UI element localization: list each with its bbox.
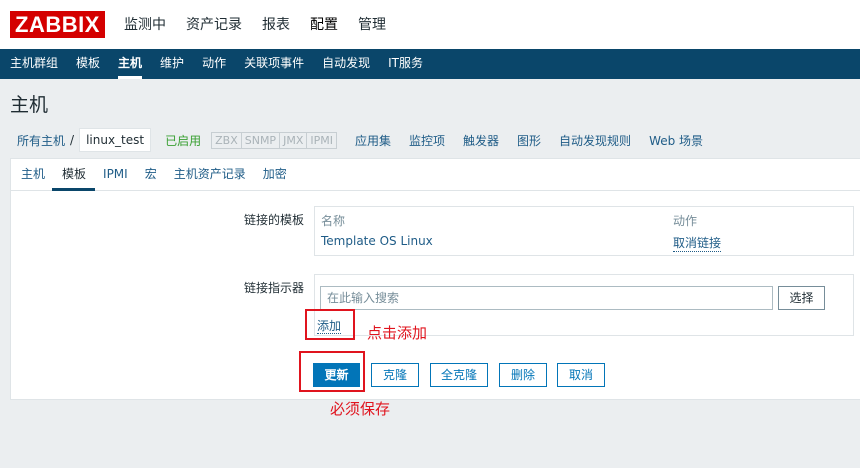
host-link-items[interactable]: 监控项	[409, 132, 445, 149]
sub-menu-hosts[interactable]: 主机	[118, 49, 143, 79]
column-header-name: 名称	[321, 214, 346, 228]
add-template-link[interactable]: 添加	[317, 319, 342, 334]
top-header: ZABBIX 监测中 资产记录 报表 配置 管理	[0, 0, 860, 50]
tab-macros[interactable]: 宏	[145, 159, 157, 191]
tab-inventory[interactable]: 主机资产记录	[174, 159, 246, 191]
link-indicator-label: 链接指示器	[243, 281, 304, 295]
breadcrumb-all-hosts[interactable]: 所有主机	[17, 132, 65, 149]
main-menu-reports[interactable]: 报表	[262, 0, 290, 50]
sub-menu-discovery[interactable]: 自动发现	[322, 49, 370, 79]
delete-button[interactable]: 删除	[499, 363, 547, 387]
host-form-tabs: 主机 模板 IPMI 宏 主机资产记录 加密	[11, 159, 860, 191]
sub-menu: 主机群组 模板 主机 维护 动作 关联项事件 自动发现 IT服务	[0, 49, 860, 79]
host-navigation: 所有主机 / linux_test 已启用 ZBX SNMP JMX IPMI …	[10, 127, 860, 153]
badge-snmp: SNMP	[241, 131, 281, 149]
host-form-panel: 主机 模板 IPMI 宏 主机资产记录 加密 链接的模板 名称 动作 Templ…	[10, 158, 860, 400]
page-title: 主机	[10, 94, 49, 116]
breadcrumb-current-host: linux_test	[79, 128, 152, 152]
host-link-triggers[interactable]: 触发器	[463, 132, 499, 149]
select-button[interactable]: 选择	[778, 286, 825, 310]
main-menu-inventory[interactable]: 资产记录	[186, 0, 242, 50]
tab-templates[interactable]: 模板	[52, 159, 96, 191]
host-link-web-scenarios[interactable]: Web 场景	[649, 132, 703, 149]
sub-menu-maintenance[interactable]: 维护	[160, 49, 184, 79]
main-menu-monitoring[interactable]: 监测中	[124, 0, 166, 50]
tab-encryption[interactable]: 加密	[263, 159, 287, 191]
host-link-discovery-rules[interactable]: 自动发现规则	[559, 132, 631, 149]
tab-host[interactable]: 主机	[21, 159, 45, 191]
host-link-graphs[interactable]: 图形	[517, 132, 541, 149]
annotation-must-save: 必须保存	[330, 400, 391, 418]
badge-ipmi: IPMI	[307, 131, 337, 149]
add-highlight-box: 添加	[305, 309, 355, 340]
unlink-button[interactable]: 取消链接	[673, 234, 722, 252]
update-button[interactable]: 更新	[313, 363, 360, 387]
clone-button[interactable]: 克隆	[371, 363, 419, 387]
host-link-applications[interactable]: 应用集	[355, 132, 391, 149]
template-search-input[interactable]	[320, 286, 773, 310]
zabbix-logo[interactable]: ZABBIX	[10, 11, 105, 38]
sub-menu-event-correlation[interactable]: 关联项事件	[244, 49, 304, 79]
availability-badges: ZBX SNMP JMX IPMI	[211, 131, 337, 149]
template-os-linux-link[interactable]: Template OS Linux	[321, 234, 433, 248]
annotation-click-add: 点击添加	[367, 324, 428, 342]
badge-zbx: ZBX	[211, 131, 242, 149]
main-menu-administration[interactable]: 管理	[358, 0, 386, 50]
linked-templates-table: 名称 动作 Template OS Linux 取消链接	[314, 206, 854, 256]
breadcrumb-separator: /	[70, 133, 75, 147]
column-header-action: 动作	[673, 214, 698, 228]
main-menu-configuration[interactable]: 配置	[310, 0, 338, 50]
sub-menu-host-groups[interactable]: 主机群组	[10, 49, 58, 79]
main-menu: 监测中 资产记录 报表 配置 管理	[124, 0, 406, 50]
full-clone-button[interactable]: 全克隆	[430, 363, 488, 387]
sub-menu-it-services[interactable]: IT服务	[388, 49, 423, 79]
linked-templates-label: 链接的模板	[243, 213, 304, 227]
host-status-enabled[interactable]: 已启用	[165, 132, 201, 149]
tab-ipmi[interactable]: IPMI	[103, 159, 128, 191]
sub-menu-actions[interactable]: 动作	[202, 49, 226, 79]
badge-jmx: JMX	[280, 131, 308, 149]
sub-menu-templates[interactable]: 模板	[76, 49, 100, 79]
cancel-button[interactable]: 取消	[557, 363, 605, 387]
